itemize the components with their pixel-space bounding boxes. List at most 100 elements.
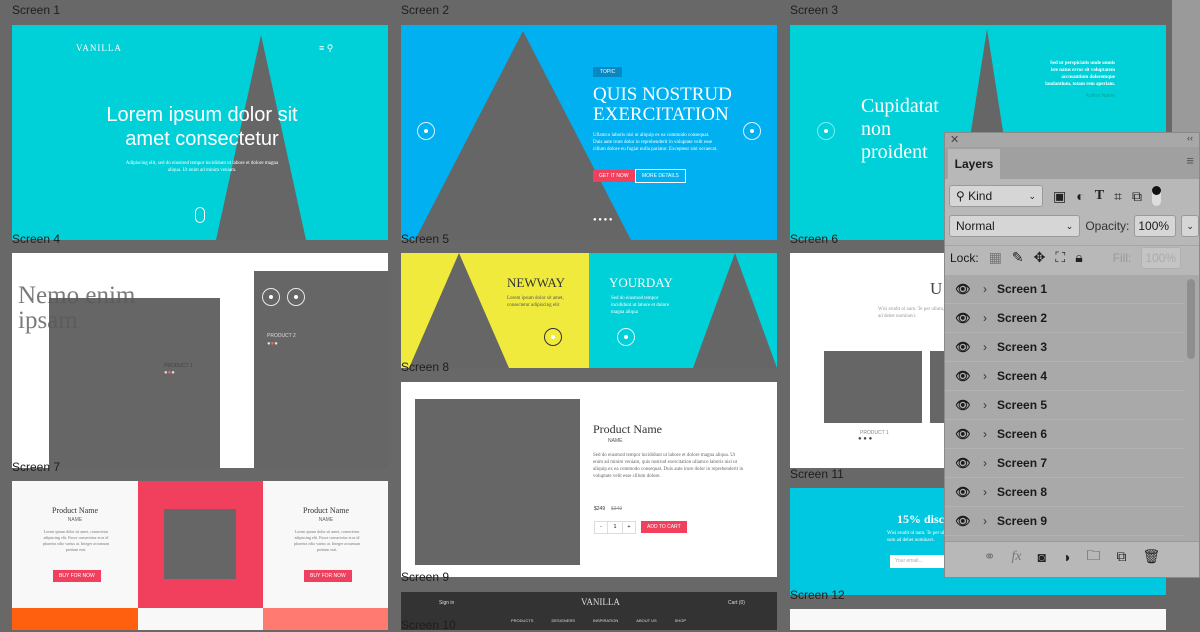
body-text: Adipiscing elit, sed do eiusmod tempor i… [125, 161, 279, 173]
artboard-screen-2[interactable]: TOPIC QUIS NOSTRUD EXERCITATION Ullamco … [401, 25, 777, 240]
chevron-right-icon[interactable]: › [983, 456, 997, 470]
layer-row[interactable]: 👁︎ › Screen 4 [945, 362, 1185, 391]
fill-value: 100% [1145, 250, 1177, 265]
link-layers-icon[interactable]: ⚭ [984, 548, 996, 565]
type-filter-icon[interactable]: T [1095, 188, 1104, 204]
cart-link[interactable]: Cart (0) [728, 600, 745, 607]
lock-move-icon[interactable]: ✥ [1034, 249, 1046, 266]
adjustment-filter-icon[interactable]: ◐ [1076, 188, 1084, 204]
buy-now-button[interactable]: BUY FOR NOW [304, 570, 352, 582]
layer-row[interactable]: 👁︎ › Screen 8 [945, 478, 1185, 507]
prev-arrow-icon[interactable] [417, 122, 435, 140]
get-it-now-button[interactable]: GET IT NOW [593, 170, 635, 182]
body-text: Sed do eiusmod tempor incididunt ut labo… [611, 296, 670, 315]
image-filter-icon[interactable]: ▣ [1053, 188, 1066, 205]
chevron-right-icon[interactable]: › [983, 282, 997, 296]
add-to-cart-button[interactable]: ADD TO CART [641, 521, 687, 533]
prev-arrow-icon[interactable] [817, 122, 835, 140]
nav-designers[interactable]: DESIGNERS [551, 618, 575, 623]
old-price: $349 [611, 506, 623, 512]
chevron-right-icon[interactable]: › [983, 340, 997, 354]
adjustment-layer-icon[interactable]: ◑ [1062, 549, 1070, 565]
layer-row[interactable]: 👁︎ › Screen 6 [945, 420, 1185, 449]
trash-icon[interactable]: 🗑︎ [1143, 548, 1161, 565]
layers-scrollbar[interactable] [1187, 279, 1195, 359]
blend-mode-select[interactable]: Normal ⌄ [949, 215, 1081, 237]
nav-products[interactable]: PRODUCTS [511, 618, 533, 623]
artboard-screen-7[interactable]: Product Name NAME Lorem ipsum dolor sit … [12, 481, 388, 630]
chevron-right-icon[interactable]: › [983, 485, 997, 499]
color-swatches[interactable]: ●●● [164, 370, 175, 376]
chevron-right-icon[interactable]: › [983, 311, 997, 325]
artboard-screen-12[interactable] [790, 609, 1166, 630]
play-icon[interactable] [617, 328, 635, 346]
eye-icon[interactable]: 👁︎ [955, 311, 971, 325]
lock-artboard-icon[interactable]: ⛶ [1055, 249, 1065, 266]
qty-minus-button[interactable]: - [594, 521, 608, 534]
layer-row[interactable]: 👁︎ › Screen 1 [945, 275, 1185, 304]
eye-icon[interactable]: 👁︎ [955, 456, 971, 470]
fx-icon[interactable]: fx [1011, 549, 1021, 565]
chevron-right-icon[interactable]: › [983, 369, 997, 383]
nav-about-us[interactable]: ABOUT US [636, 618, 656, 623]
collapse-icon[interactable]: ‹‹ [1187, 133, 1193, 143]
filter-toggle[interactable] [1151, 186, 1161, 206]
chevron-right-icon[interactable]: › [983, 427, 997, 441]
opacity-input[interactable]: 100% [1134, 215, 1177, 237]
artboard-screen-8[interactable]: Product Name NAME Sed do eiusmod tempor … [401, 382, 777, 577]
buy-now-button[interactable]: BUY FOR NOW [53, 570, 101, 582]
artboard-screen-5[interactable]: NEWWAY Lorem ipsum dolor sit amet, conse… [401, 253, 777, 368]
opacity-dropdown[interactable]: ⌄ [1181, 215, 1199, 237]
shape-filter-icon[interactable]: ⌗ [1114, 188, 1122, 205]
nav-inspiration[interactable]: INSPIRATION [593, 618, 618, 623]
chevron-right-icon[interactable]: › [983, 514, 997, 528]
layer-name: Screen 3 [997, 340, 1048, 354]
layer-row[interactable]: 👁︎ › Screen 7 [945, 449, 1185, 478]
layer-row[interactable]: 👁︎ › Screen 2 [945, 304, 1185, 333]
artboard-label: Screen 3 [790, 3, 839, 17]
logo: VANILLA [76, 43, 122, 53]
layer-row[interactable]: 👁︎ › Screen 5 [945, 391, 1185, 420]
fill-input[interactable]: 100% [1141, 246, 1182, 269]
eye-icon[interactable]: 👁︎ [955, 369, 971, 383]
new-group-icon[interactable]: 🗀︎ [1087, 545, 1101, 569]
eye-icon[interactable]: 👁︎ [955, 398, 971, 412]
color-swatches[interactable]: ●●● [267, 341, 278, 347]
nav-shop[interactable]: SHOP [675, 618, 686, 623]
canvas-scrollbar[interactable] [1172, 0, 1200, 132]
lock-transparent-icon[interactable]: ▦ [989, 249, 1002, 266]
layer-mask-icon[interactable]: ◙ [1038, 549, 1046, 565]
eye-icon[interactable]: 👁︎ [955, 485, 971, 499]
qty-input[interactable]: 1 [607, 521, 623, 534]
artboard-screen-1[interactable]: VANILLA ≡ ⚲ Lorem ipsum dolor sit amet c… [12, 25, 388, 240]
next-arrow-icon[interactable] [287, 288, 305, 306]
smart-object-filter-icon[interactable]: ⧉ [1132, 188, 1142, 205]
next-arrow-icon[interactable] [743, 122, 761, 140]
color-swatches[interactable]: ● ● ● [858, 436, 872, 442]
artboard-label: Screen 2 [401, 3, 450, 17]
layer-row[interactable]: 👁︎ › Screen 9 [945, 507, 1185, 536]
panel-menu-icon[interactable]: ≡ [1186, 153, 1194, 168]
lock-all-icon[interactable]: 🔒︎ [1075, 249, 1082, 266]
sign-in-link[interactable]: Sign in [439, 600, 454, 607]
prev-arrow-icon[interactable] [262, 288, 280, 306]
qty-plus-button[interactable]: + [622, 521, 636, 534]
chevron-right-icon[interactable]: › [983, 398, 997, 412]
filter-kind-select[interactable]: ⚲ Kind ⌄ [949, 185, 1043, 207]
eye-icon[interactable]: 👁︎ [955, 282, 971, 296]
pagination-dots[interactable]: ● ● ● ● [593, 217, 613, 223]
play-icon[interactable] [544, 328, 562, 346]
artboard-screen-4[interactable]: Nemo enim ipsam PRODUCT 2 ●●● PRODUCT 1 … [12, 253, 388, 468]
eye-icon[interactable]: 👁︎ [955, 427, 971, 441]
more-details-button[interactable]: MORE DETAILS [635, 169, 686, 183]
new-layer-icon[interactable]: ⧉ [1117, 548, 1127, 565]
body-text: Ullamco laboris nisi ut aliquip ex ea co… [593, 133, 718, 152]
close-icon[interactable]: ✕ [950, 133, 959, 146]
tab-layers[interactable]: Layers [948, 149, 1000, 179]
eye-icon[interactable]: 👁︎ [955, 514, 971, 528]
title: NEWWAY [507, 275, 566, 290]
lock-paint-icon[interactable]: ✎ [1012, 249, 1024, 266]
layer-row[interactable]: 👁︎ › Screen 3 [945, 333, 1185, 362]
artboard-screen-9[interactable]: Sign in VANILLA Cart (0) PRODUCTS DESIGN… [401, 592, 777, 630]
eye-icon[interactable]: 👁︎ [955, 340, 971, 354]
